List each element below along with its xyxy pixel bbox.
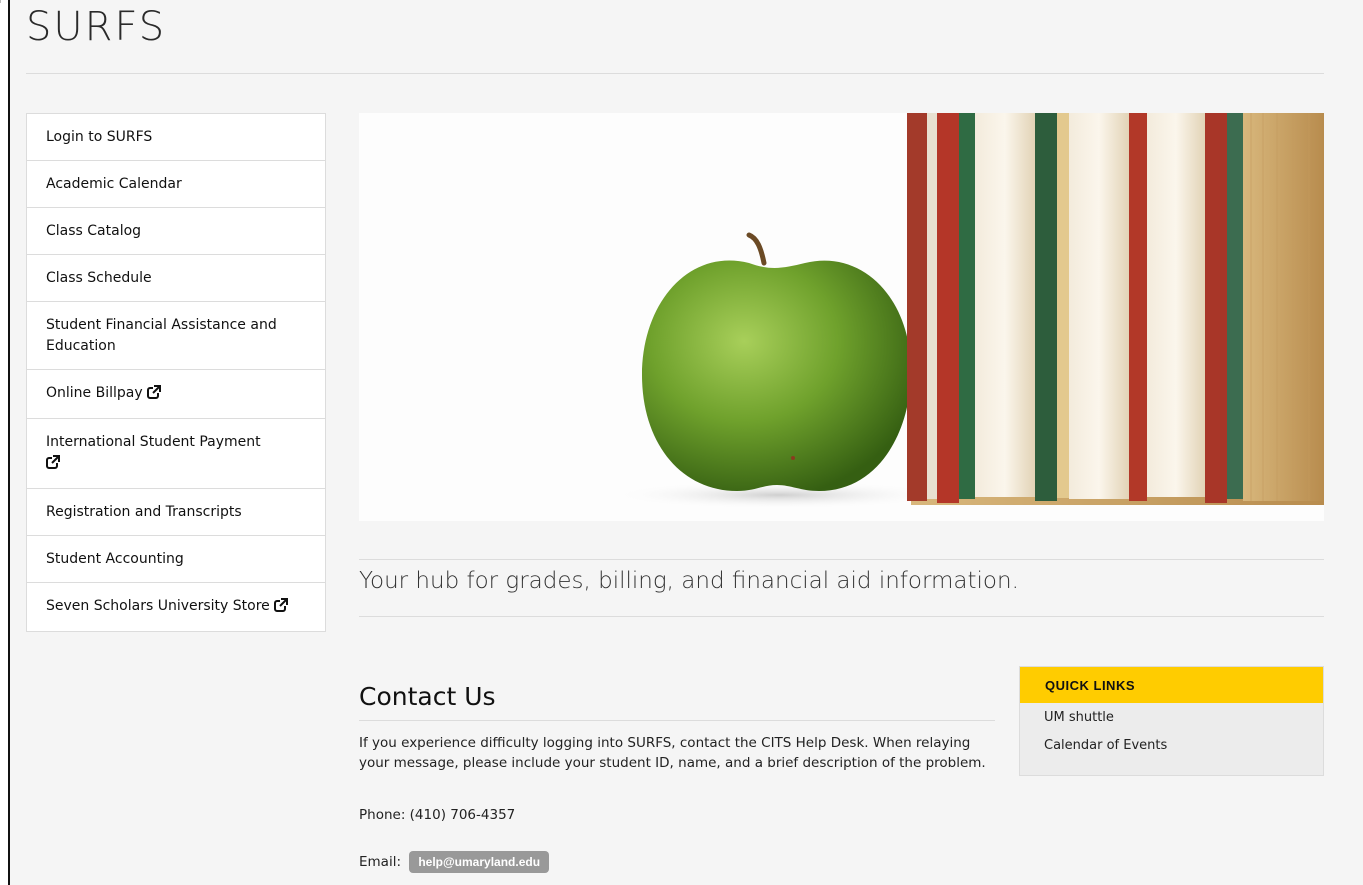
quick-links-panel: QUICK LINKS UM shuttle Calendar of Event… xyxy=(1019,666,1324,776)
hero-image xyxy=(359,113,1324,521)
header-divider xyxy=(26,73,1324,74)
contact-email-row: Email: help@umaryland.edu xyxy=(359,851,550,873)
sidebar-item-class-catalog[interactable]: Class Catalog xyxy=(27,208,325,255)
sidebar-item-label: Class Catalog xyxy=(46,223,142,239)
email-label: Email: xyxy=(359,854,402,870)
quick-links-title: QUICK LINKS xyxy=(1020,667,1323,703)
contact-title: Contact Us xyxy=(359,682,496,711)
tagline-divider-top xyxy=(359,559,1324,560)
sidebar-item-label: Academic Calendar xyxy=(46,176,182,192)
sidebar-item-label: Registration and Transcripts xyxy=(46,504,242,520)
sidebar-item-student-accounting[interactable]: Student Accounting xyxy=(27,536,325,583)
sidebar-item-label: Login to SURFS xyxy=(46,129,153,145)
contact-description: If you experience difficulty logging int… xyxy=(359,735,986,771)
quick-link-um-shuttle[interactable]: UM shuttle xyxy=(1020,704,1323,732)
contact-phone: Phone: (410) 706-4357 xyxy=(359,807,516,823)
sidebar-item-label: Student Accounting xyxy=(46,551,184,567)
sidebar-item-international-payment[interactable]: International Student Payment xyxy=(27,419,325,489)
tagline-divider-bottom xyxy=(359,616,1324,617)
sidebar-item-financial-assistance[interactable]: Student Financial Assistance and Educati… xyxy=(27,302,325,370)
sidebar-item-academic-calendar[interactable]: Academic Calendar xyxy=(27,161,325,208)
external-link-icon xyxy=(273,598,288,619)
sidebar-item-label: Seven Scholars University Store xyxy=(46,598,270,614)
sidebar-item-registration-transcripts[interactable]: Registration and Transcripts xyxy=(27,489,325,536)
email-link[interactable]: help@umaryland.edu xyxy=(409,851,550,873)
sidebar-item-online-billpay[interactable]: Online Billpay xyxy=(27,370,325,419)
quick-link-calendar-of-events[interactable]: Calendar of Events xyxy=(1020,732,1323,760)
sidebar-item-class-schedule[interactable]: Class Schedule xyxy=(27,255,325,302)
external-link-icon xyxy=(46,455,60,476)
contact-divider xyxy=(359,720,995,721)
site-title: SURFS xyxy=(26,4,167,50)
sidebar-item-login[interactable]: Login to SURFS xyxy=(27,114,325,161)
sidebar-nav: Login to SURFS Academic Calendar Class C… xyxy=(26,113,326,632)
sidebar-item-label: Online Billpay xyxy=(46,385,143,401)
sidebar-item-label: Student Financial Assistance and Educati… xyxy=(46,317,277,354)
tagline: Your hub for grades, billing, and financ… xyxy=(359,568,1019,594)
sidebar-item-label: Class Schedule xyxy=(46,270,152,286)
sidebar-item-university-store[interactable]: Seven Scholars University Store xyxy=(27,583,325,631)
sidebar-item-label: International Student Payment xyxy=(46,434,261,450)
external-link-icon xyxy=(146,385,161,406)
